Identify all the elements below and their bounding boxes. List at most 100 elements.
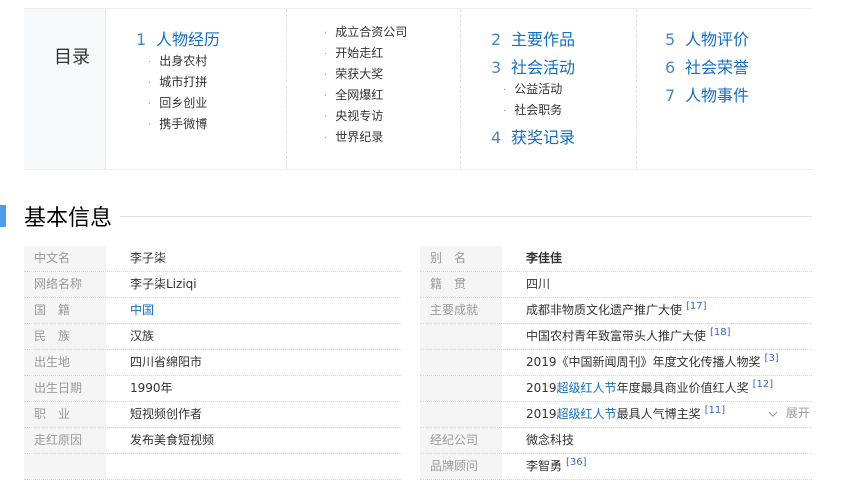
toc-subitem[interactable]: · 回乡创业 (148, 94, 207, 111)
reference-link[interactable]: [17] (686, 301, 707, 312)
info-label (24, 454, 106, 479)
achievement-year: 2019 (526, 407, 557, 421)
toc-subitem-label: 回乡创业 (159, 96, 208, 110)
bullet-icon: · (324, 49, 328, 60)
bullet-icon: · (148, 120, 152, 131)
toc-subitem[interactable]: · 出身农村 (148, 52, 207, 69)
toc-item-number: 3 (491, 58, 502, 77)
info-label (420, 350, 502, 375)
toc-item-label: 主要作品 (511, 30, 576, 49)
toc-subitem[interactable]: · 开始走红 (324, 44, 383, 61)
reference-link[interactable]: [12] (753, 379, 774, 390)
toc-subitem-label: 成立合资公司 (335, 25, 408, 39)
reference-link[interactable]: [11] (705, 405, 726, 416)
info-label: 主要成就 (420, 298, 502, 323)
toc-subitem-label: 公益活动 (514, 82, 563, 96)
brand-advisor-name: 李智勇 (526, 459, 563, 473)
info-label: 经纪公司 (420, 428, 502, 453)
info-value: 四川省绵阳市 (130, 355, 203, 369)
toc-item-1[interactable]: 1 人物经历 (136, 26, 220, 50)
info-value: 成都非物质文化遗产推广大使 [17] (526, 298, 707, 323)
info-row: 2019超级红人节年度最具商业价值红人奖 [12] (420, 376, 812, 402)
toc-item-label: 人物经历 (156, 30, 221, 49)
toc-subitem-label: 全网爆红 (335, 88, 384, 102)
toc-column-4: 5 人物评价 6 社会荣誉 7 人物事件 (636, 9, 813, 169)
toc-column-2: · 成立合资公司 · 开始走红 · 荣获大奖 · 全网爆红 · 央视专访 · 世界纪录 (286, 9, 461, 169)
toc-subitem[interactable]: · 世界纪录 (324, 128, 383, 145)
info-row: 经纪公司 微念科技 (420, 428, 812, 454)
info-value: 2019超级红人节最具人气博主奖 [11] (526, 402, 725, 427)
toc-column-1: 1 人物经历 · 出身农村 · 城市打拼 · 回乡创业 · 携手微博 (106, 9, 286, 169)
toc-item-7[interactable]: 7 人物事件 (665, 82, 749, 106)
toc-title: 目录 (54, 47, 90, 68)
info-row (24, 454, 402, 480)
info-value: 1990年 (130, 381, 173, 395)
toc-item-number: 5 (665, 30, 676, 49)
reference-link[interactable]: [18] (710, 327, 731, 338)
info-row: 民族 汉族 (24, 324, 402, 350)
toc-item-6[interactable]: 6 社会荣誉 (665, 54, 749, 78)
section-title: 基本信息 (24, 206, 113, 231)
info-label: 出生日期 (24, 376, 106, 401)
toc-item-2[interactable]: 2 主要作品 (491, 26, 575, 50)
info-label: 别名 (420, 246, 502, 271)
toc-column-3: 2 主要作品 3 社会活动 · 公益活动 · 社会职务 4 获奖记录 (460, 9, 637, 169)
toc-item-5[interactable]: 5 人物评价 (665, 26, 749, 50)
achievement-text: 2019《中国新闻周刊》年度文化传播人物奖 (526, 355, 761, 369)
info-value: 中国农村青年致富带头人推广大使 [18] (526, 324, 731, 349)
toc-item-number: 4 (491, 128, 502, 147)
expand-button[interactable]: 展开 (768, 404, 810, 421)
info-value: 四川 (526, 277, 551, 291)
bullet-icon: · (324, 133, 328, 144)
info-row: 网络名称 李子柒Liziqi (24, 272, 402, 298)
toc-subitem[interactable]: · 成立合资公司 (324, 23, 407, 40)
info-label: 网络名称 (24, 272, 106, 297)
toc-subitem[interactable]: · 携手微博 (148, 115, 207, 132)
info-label: 中文名 (24, 246, 106, 271)
info-value: 2019《中国新闻周刊》年度文化传播人物奖 [3] (526, 350, 779, 375)
table-of-contents: 目录 1 人物经历 · 出身农村 · 城市打拼 · 回乡创业 · 携手微博 · 成立合资公司… (24, 8, 812, 170)
super-influencer-festival-link[interactable]: 超级红人节 (557, 407, 617, 421)
toc-subitem[interactable]: · 城市打拼 (148, 73, 207, 90)
toc-title-cell: 目录 (24, 9, 106, 169)
info-value: 汉族 (130, 329, 155, 343)
info-label: 职业 (24, 402, 106, 427)
toc-item-3[interactable]: 3 社会活动 (491, 54, 575, 78)
toc-item-number: 6 (665, 58, 676, 77)
nationality-link[interactable]: 中国 (130, 298, 154, 323)
toc-subitem[interactable]: · 社会职务 (503, 101, 562, 118)
toc-item-number: 7 (665, 86, 676, 105)
toc-subitem-label: 荣获大奖 (335, 67, 384, 81)
info-row: 出生日期 1990年 (24, 376, 402, 402)
toc-item-label: 人物事件 (685, 86, 750, 105)
reference-link[interactable]: [36] (566, 457, 587, 468)
bullet-icon: · (148, 57, 152, 68)
bullet-icon: · (324, 112, 328, 123)
achievement-text: 年度最具商业价值红人奖 (616, 381, 749, 395)
toc-subitem[interactable]: · 公益活动 (503, 80, 562, 97)
info-value: 李子柒Liziqi (130, 277, 197, 291)
toc-subitem-label: 世界纪录 (335, 130, 384, 144)
info-label (420, 324, 502, 349)
info-row: 职业 短视频创作者 (24, 402, 402, 428)
info-value: 短视频创作者 (130, 407, 203, 421)
achievement-text: 最具人气博主奖 (616, 407, 701, 421)
toc-subitem-label: 央视专访 (335, 109, 384, 123)
toc-item-number: 2 (491, 30, 502, 49)
achievement-text: 中国农村青年致富带头人推广大使 (526, 329, 707, 343)
info-label: 籍贯 (420, 272, 502, 297)
toc-subitem[interactable]: · 央视专访 (324, 107, 383, 124)
super-influencer-festival-link[interactable]: 超级红人节 (557, 381, 617, 395)
info-row: 出生地 四川省绵阳市 (24, 350, 402, 376)
info-row: 籍贯 四川 (420, 272, 812, 298)
info-row: 国籍 中国 (24, 298, 402, 324)
reference-link[interactable]: [3] (765, 353, 779, 364)
expand-label: 展开 (785, 406, 810, 420)
toc-subitem[interactable]: · 全网爆红 (324, 86, 383, 103)
toc-subitem[interactable]: · 荣获大奖 (324, 65, 383, 82)
toc-item-number: 1 (136, 30, 147, 49)
bullet-icon: · (324, 70, 328, 81)
info-value: 发布美食短视频 (130, 433, 215, 447)
toc-subitem-label: 携手微博 (159, 117, 208, 131)
toc-item-4[interactable]: 4 获奖记录 (491, 124, 575, 148)
